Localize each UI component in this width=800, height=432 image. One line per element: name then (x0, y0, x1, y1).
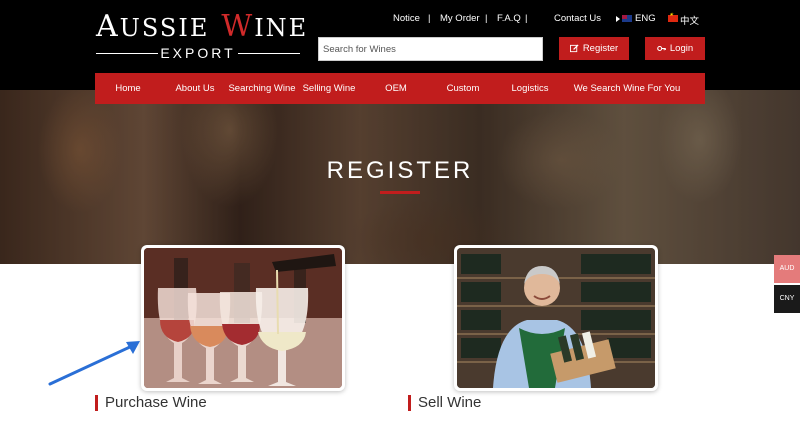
nav-item-home[interactable]: Home (115, 73, 140, 104)
logo-rule-right (238, 53, 300, 54)
sell-wine-image (457, 248, 655, 388)
australia-flag-icon (622, 15, 632, 22)
purchase-wine-link[interactable]: Purchase Wine (95, 394, 207, 412)
logo-wordmark: AUSSIE WINE (96, 9, 309, 44)
sell-wine-link[interactable]: Sell Wine (408, 394, 481, 412)
nav-item-we-search-wine[interactable]: We Search Wine For You (574, 73, 681, 104)
register-button[interactable]: Register (559, 37, 629, 60)
separator: | (485, 13, 488, 24)
language-eng-link[interactable]: ENG (635, 13, 656, 24)
search-box (318, 37, 543, 61)
purchase-wine-card[interactable] (141, 245, 345, 391)
language-cn-link[interactable]: 中文 (680, 13, 699, 27)
nav-item-logistics[interactable]: Logistics (512, 73, 549, 104)
nav-item-custom[interactable]: Custom (447, 73, 480, 104)
nav-item-oem[interactable]: OEM (385, 73, 407, 104)
page-title: REGISTER (326, 157, 474, 184)
currency-aud-tab[interactable]: AUD (774, 255, 800, 283)
hero-banner: REGISTER (0, 90, 800, 264)
logo[interactable]: AUSSIE WINE EXPORT (96, 9, 309, 62)
nav-item-selling-wine[interactable]: Selling Wine (303, 73, 356, 104)
key-icon (657, 45, 666, 52)
login-button[interactable]: Login (645, 37, 705, 60)
register-label: Register (582, 43, 619, 54)
annotation-arrow-icon (48, 341, 140, 386)
china-flag-icon (668, 12, 678, 22)
my-order-link[interactable]: My Order (440, 13, 480, 24)
search-input[interactable] (319, 38, 542, 60)
nav-item-about-us[interactable]: About Us (175, 73, 214, 104)
sell-wine-card[interactable] (454, 245, 658, 391)
edit-icon (569, 44, 579, 53)
login-label: Login (669, 43, 694, 54)
currency-cny-tab[interactable]: CNY (774, 285, 800, 313)
main-nav: Home About Us Searching Wine Selling Win… (95, 73, 705, 104)
title-underline (380, 191, 420, 194)
separator: | (525, 13, 528, 24)
faq-link[interactable]: F.A.Q (497, 13, 521, 24)
separator: | (428, 13, 431, 24)
contact-us-link[interactable]: Contact Us (554, 13, 601, 24)
caret-right-icon (616, 16, 620, 22)
purchase-wine-image (144, 248, 342, 388)
notice-link[interactable]: Notice (393, 13, 420, 24)
nav-item-searching-wine[interactable]: Searching Wine (228, 73, 295, 104)
